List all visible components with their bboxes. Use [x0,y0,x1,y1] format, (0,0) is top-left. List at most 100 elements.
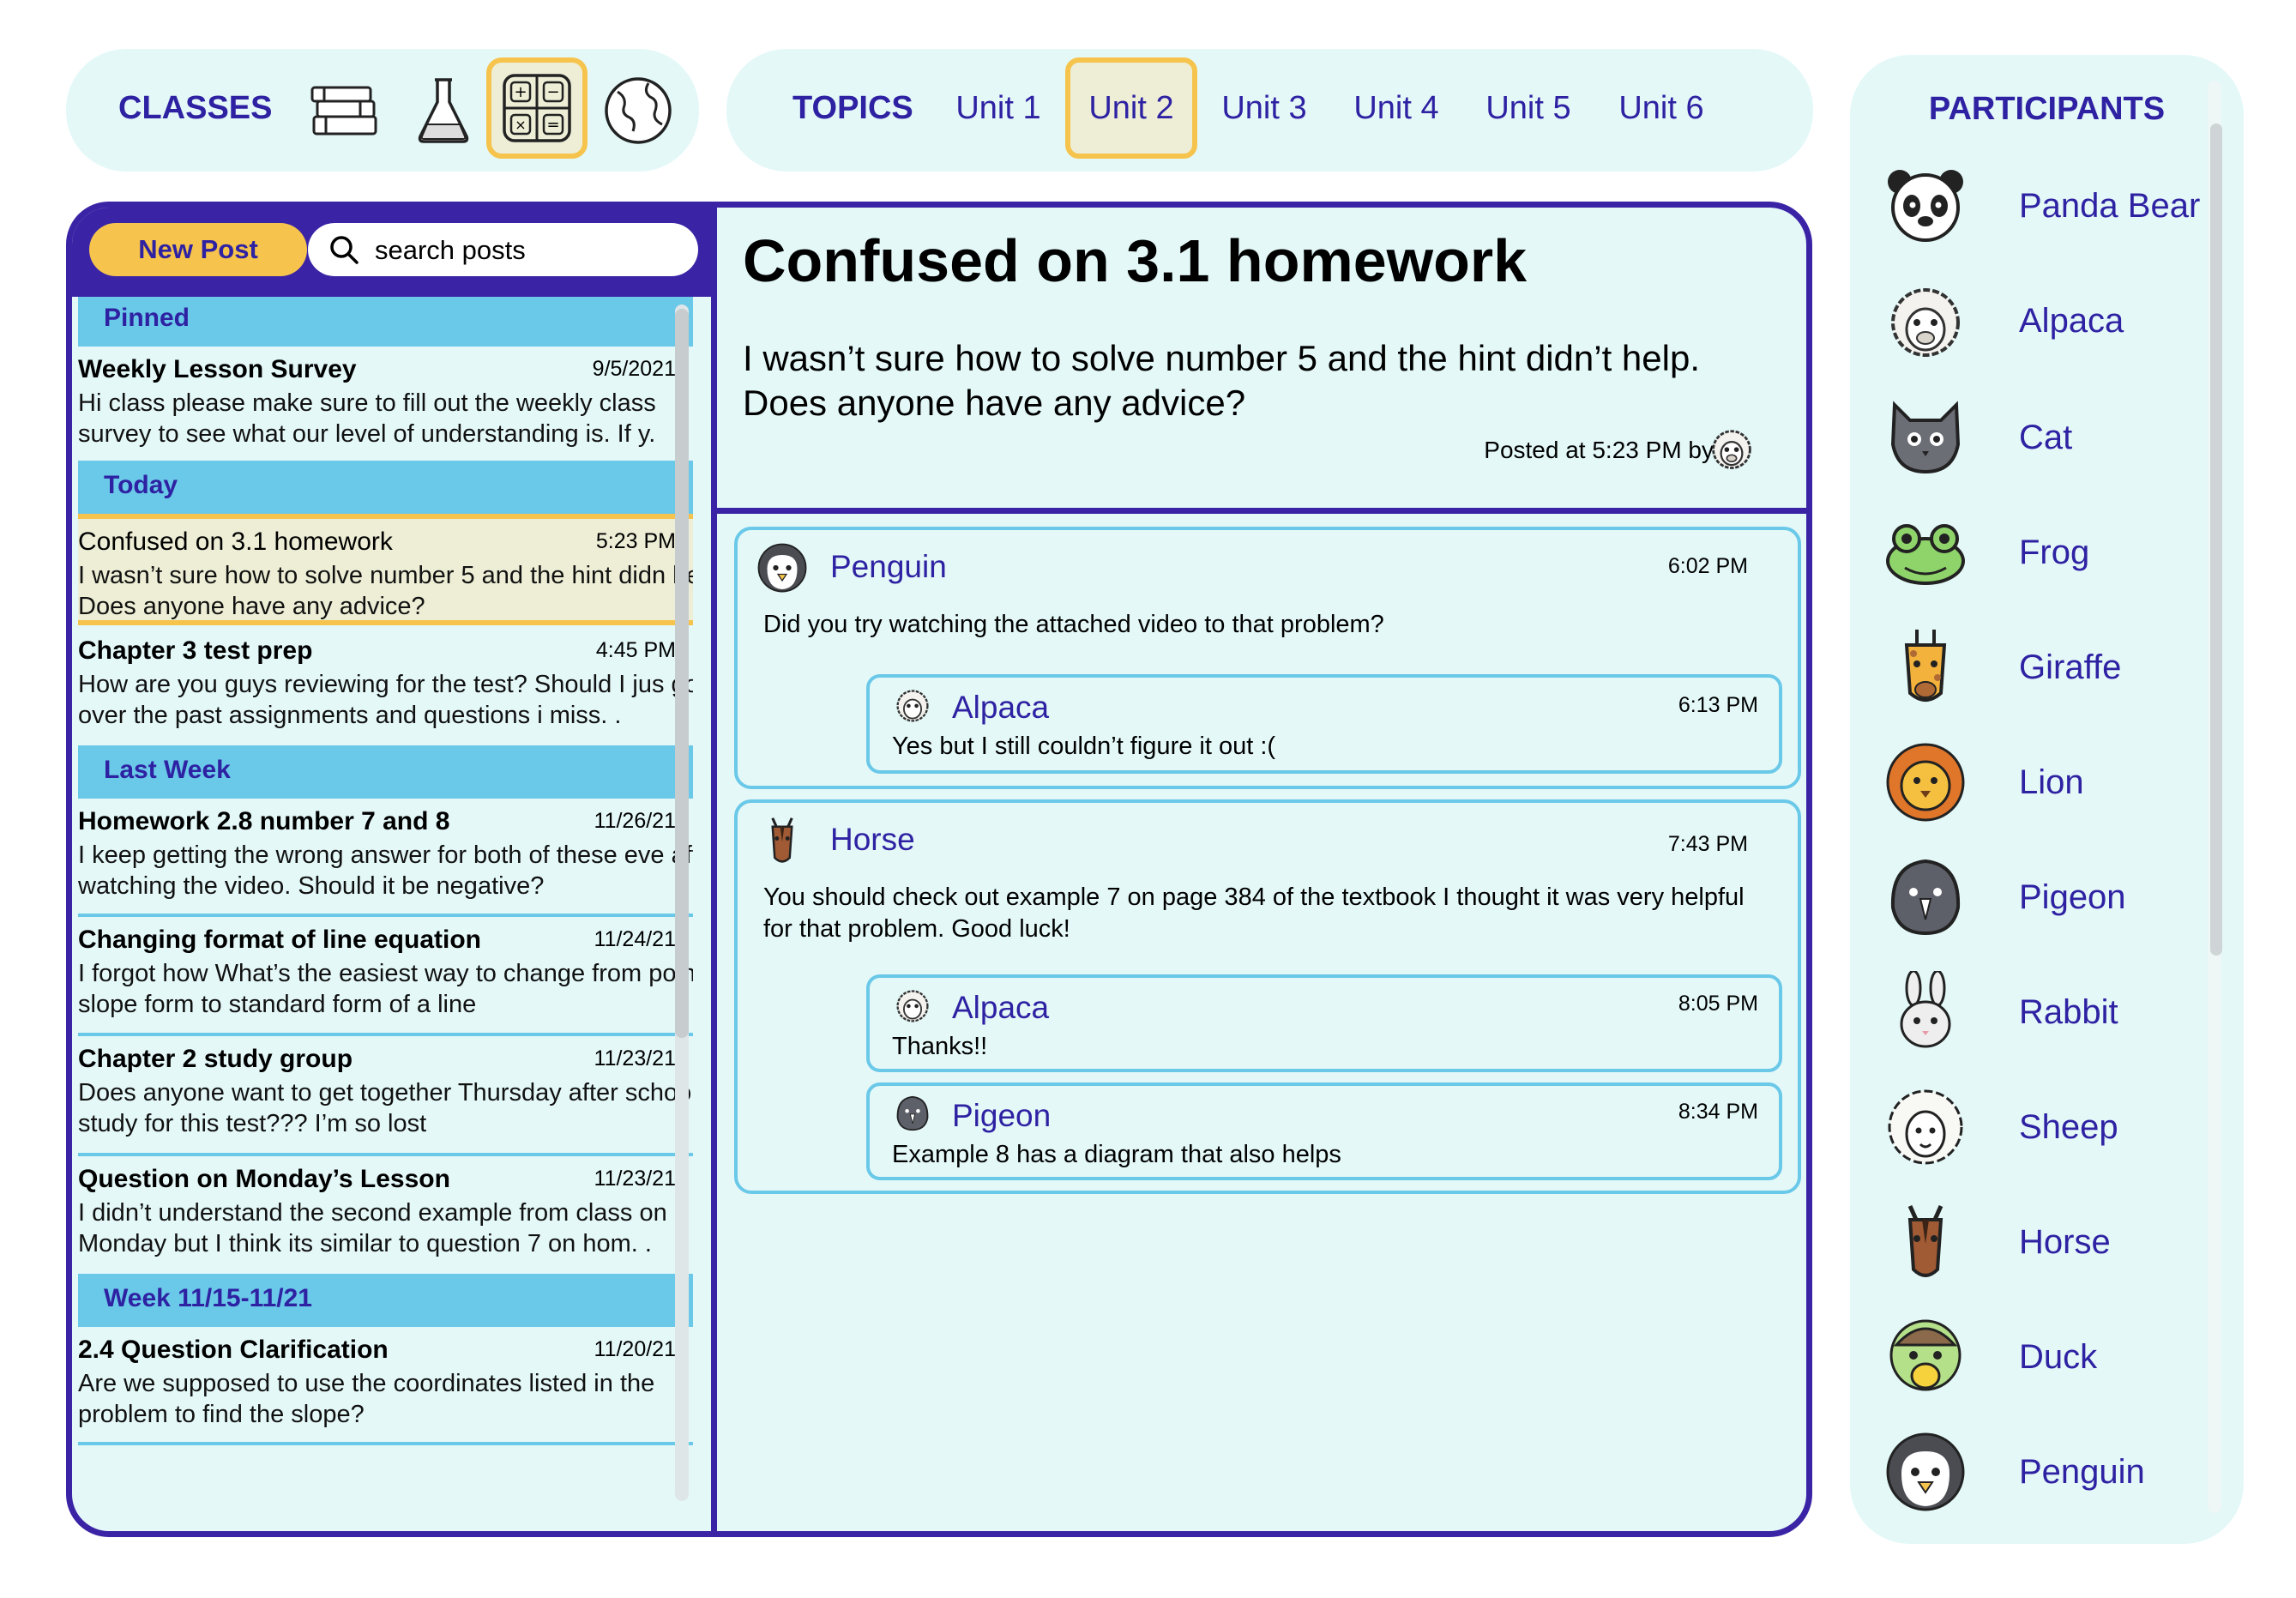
post-list-header: New Post search posts [72,208,711,297]
tab-unit-2[interactable]: Unit 2 [1065,57,1197,159]
pigeon-icon [1890,859,1961,936]
post-item-title: Question on Monday’s Lesson [78,1165,450,1193]
flask-icon[interactable] [401,68,486,154]
comment-text: You should check out example 7 on page 3… [763,883,1745,943]
participant-penguin[interactable]: Penguin [1884,1431,2210,1517]
participant-pigeon[interactable]: Pigeon [1884,856,2210,942]
cat-icon [1890,401,1961,474]
participant-name: Penguin [2019,1453,2145,1491]
comment-time: 7:43 PM [1667,832,1748,856]
tab-unit-1[interactable]: Unit 1 [932,57,1064,159]
svg-text:−: − [546,83,559,101]
post-item-excerpt: I didn’t understand the second example f… [78,1199,667,1257]
post-list-item-selected[interactable]: Confused on 3.1 homework 5:23 PM I wasn’… [78,514,693,625]
alpaca-icon [1891,288,1960,357]
participant-name: Frog [2019,534,2090,571]
post-item-excerpt: I keep getting the wrong answer for both… [78,841,693,900]
reply-time: 8:34 PM [1678,1100,1758,1124]
participant-cat[interactable]: Cat [1884,396,2210,482]
reply-card: Alpaca 8:05 PM Thanks!! [866,974,1782,1072]
column-divider [711,208,717,1531]
participant-name: Panda Bear [2019,187,2201,225]
participant-giraffe[interactable]: Giraffe [1884,626,2210,712]
participant-rabbit[interactable]: Rabbit [1884,971,2210,1057]
new-post-button[interactable]: New Post [89,223,307,276]
comment-card: Horse 7:43 PM You should check out examp… [734,799,1801,1194]
tab-unit-5[interactable]: Unit 5 [1462,57,1594,159]
post-item-excerpt: I forgot how What’s the easiest way to c… [78,960,693,1018]
forum-panel: New Post search posts Pinned Weekly Less… [66,202,1812,1537]
post-list-scrollbar-thumb[interactable] [675,309,689,1038]
participant-horse[interactable]: Horse [1884,1201,2210,1287]
reply-text: Example 8 has a diagram that also helps [892,1141,1341,1168]
participant-lion[interactable]: Lion [1884,741,2210,827]
participant-name: Pigeon [2019,878,2126,916]
post-list-item[interactable]: Chapter 2 study group 11/23/21 Does anyo… [78,1036,693,1156]
participants-scrollbar-thumb[interactable] [2210,124,2222,956]
svg-text:×: × [515,117,526,133]
participant-name: Sheep [2019,1108,2118,1146]
alpaca-icon [896,690,929,722]
post-item-date: 11/24/21 [594,927,676,951]
participant-name: Duck [2019,1338,2098,1376]
section-today: Today [78,464,693,514]
post-item-date: 11/23/21 [594,1167,676,1191]
post-item-excerpt: Are we supposed to use the coordinates l… [78,1370,655,1428]
globe-icon[interactable] [595,68,681,154]
participant-duck[interactable]: Duck [1884,1316,2210,1402]
duck-icon [1889,1319,1962,1391]
section-pinned: Pinned [78,297,693,347]
post-item-title: Chapter 2 study group [78,1045,353,1073]
post-list-item[interactable]: 2.4 Question Clarification 11/20/21 Are … [78,1327,693,1445]
post-list-item[interactable]: Changing format of line equation 11/24/2… [78,917,693,1036]
comment-author[interactable]: Penguin [830,549,947,585]
tab-unit-4[interactable]: Unit 4 [1330,57,1462,159]
participant-alpaca[interactable]: Alpaca [1884,280,2210,365]
svg-text:+: + [514,83,527,101]
reply-card: Alpaca 6:13 PM Yes but I still couldn’t … [866,674,1782,774]
post-item-date: 9/5/2021 [592,357,676,381]
comment-card: Penguin 6:02 PM Did you try watching the… [734,527,1801,789]
topics-label: TOPICS [792,90,913,126]
participant-sheep[interactable]: Sheep [1884,1086,2210,1172]
section-week-11-15: Week 11/15-11/21 [78,1277,693,1327]
post-item-date: 5:23 PM [595,529,676,553]
topics-bar: TOPICS Unit 1 Unit 2 Unit 3 Unit 4 Unit … [726,49,1813,172]
participant-name: Cat [2019,419,2073,456]
post-list-item[interactable]: Weekly Lesson Survey 9/5/2021 Hi class p… [78,347,693,464]
post-item-date: 11/23/21 [594,1046,676,1070]
reply-author[interactable]: Pigeon [952,1098,1051,1134]
reply-text: Thanks!! [892,1033,988,1060]
post-list-item[interactable]: Chapter 3 test prep 4:45 PM How are you … [78,628,693,749]
participant-name: Horse [2019,1223,2111,1261]
search-input[interactable]: search posts [308,223,698,276]
tab-unit-6[interactable]: Unit 6 [1595,57,1727,159]
tab-unit-3[interactable]: Unit 3 [1198,57,1330,159]
post-list-item[interactable]: Homework 2.8 number 7 and 8 11/26/21 I k… [78,799,693,917]
comment-time: 6:02 PM [1667,554,1748,578]
post-item-title: Confused on 3.1 homework [78,528,393,556]
comment-author[interactable]: Horse [830,822,915,858]
horse-icon [771,817,793,863]
giraffe-icon [1904,630,1947,702]
books-icon[interactable] [302,68,388,154]
search-icon [330,236,359,264]
post-detail: Confused on 3.1 homework I wasn’t sure h… [717,208,1806,508]
reply-text: Yes but I still couldn’t figure it out :… [892,733,1276,760]
alpaca-icon[interactable] [1708,425,1755,472]
reply-author[interactable]: Alpaca [952,990,1049,1026]
participant-panda-bear[interactable]: Panda Bear [1884,165,2210,250]
reply-author[interactable]: Alpaca [952,690,1049,726]
post-title: Confused on 3.1 homework [743,227,1527,294]
pigeon-icon [896,1095,929,1131]
post-item-title: 2.4 Question Clarification [78,1336,389,1364]
post-item-title: Chapter 3 test prep [78,636,313,665]
participants-label: PARTICIPANTS [1928,91,2166,127]
penguin-icon [1886,1432,1965,1511]
post-list-item[interactable]: Question on Monday’s Lesson 11/23/21 I d… [78,1156,693,1277]
calculator-icon[interactable]: + − × = [486,57,588,159]
participant-frog[interactable]: Frog [1884,511,2210,597]
participant-name: Alpaca [2019,302,2124,340]
post-item-excerpt: Hi class please make sure to fill out th… [78,389,656,448]
penguin-icon [757,543,807,593]
